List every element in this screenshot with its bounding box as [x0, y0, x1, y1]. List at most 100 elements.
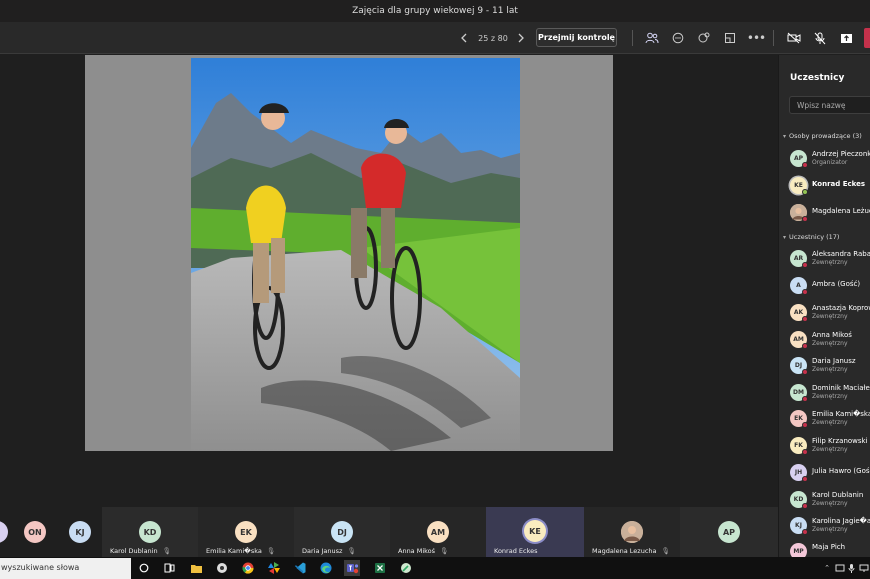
participants-button[interactable] [643, 22, 661, 54]
participant-role: Zewnętrzny [812, 259, 848, 266]
participant-role: Zewnętrzny [812, 313, 848, 320]
participant-row[interactable]: KE Konrad Eckes [790, 175, 870, 199]
tile-name: Daria Janusz 🎙 [302, 547, 356, 555]
avatar: ON [24, 521, 46, 543]
edge-button[interactable] [318, 560, 334, 576]
previous-slide-button[interactable] [456, 22, 472, 54]
participant-name: Julia Hawro (Gość) [812, 467, 870, 475]
camera-toggle-button[interactable] [785, 22, 803, 54]
participant-role: Zewnętrzny [812, 366, 848, 373]
participant-row[interactable]: MP Maja Pich [790, 541, 870, 557]
breakout-rooms-button[interactable] [721, 22, 739, 54]
participant-name: Anastazja Koprow [812, 304, 870, 312]
mic-off-icon: 🎙 [661, 547, 670, 555]
participant-row[interactable]: A Ambra (Gość) [790, 275, 870, 299]
participant-row[interactable]: Magdalena Leżuch [790, 202, 870, 226]
file-explorer-button[interactable] [188, 560, 204, 576]
chat-icon [672, 32, 684, 44]
avatar: KD [139, 521, 161, 543]
gallery-tile[interactable]: ON [8, 507, 58, 557]
status-dot [802, 216, 808, 222]
more-icon: ••• [746, 31, 766, 45]
vscode-button[interactable] [292, 560, 308, 576]
chevron-up-icon: ⌃ [824, 564, 830, 572]
next-slide-button[interactable] [513, 22, 529, 54]
wrench-icon [401, 563, 411, 573]
participant-row[interactable]: EK Emilia Kami�ska Zewnętrzny [790, 408, 870, 432]
chrome-button[interactable] [240, 560, 256, 576]
status-dot [802, 289, 808, 295]
participant-row[interactable]: AP Andrzej Pieczonka Organizator [790, 148, 870, 172]
excel-button[interactable] [372, 560, 388, 576]
app-button[interactable] [214, 560, 230, 576]
rooms-icon [725, 33, 735, 43]
reactions-button[interactable] [695, 22, 713, 54]
title-bar: Zajęcia dla grupy wiekowej 9 - 11 lat [0, 0, 870, 22]
tray-overflow-button[interactable]: ⌃ [822, 560, 832, 576]
app-button[interactable] [266, 560, 282, 576]
monitor-icon [835, 564, 845, 571]
microphone-tray-button[interactable] [846, 560, 856, 576]
cortana-button[interactable] [136, 560, 152, 576]
task-view-icon [164, 563, 174, 573]
participant-row[interactable]: KD Karol Dublanin Zewnętrzny [790, 489, 870, 513]
participant-row[interactable]: FK Filip Krzanowski Zewnętrzny [790, 435, 870, 459]
avatar: EK [235, 521, 257, 543]
folder-icon [190, 564, 202, 573]
attendees-section-header[interactable]: ▾ Uczestnicy (17) [783, 233, 839, 241]
cyclists-photo [191, 58, 520, 451]
more-actions-button[interactable]: ••• [746, 22, 766, 54]
app-button[interactable] [398, 560, 414, 576]
participant-name: Daria Janusz [812, 357, 856, 365]
participants-panel: Uczestnicy Wpisz nazwę ▾ Osoby prowadzące… [778, 55, 870, 557]
teams-window: Zajęcia dla grupy wiekowej 9 - 11 lat 25… [0, 0, 870, 579]
network-icon [859, 564, 869, 572]
participant-search-input[interactable]: Wpisz nazwę [789, 96, 870, 114]
chevron-left-icon [461, 33, 467, 43]
task-view-button[interactable] [161, 560, 177, 576]
status-dot [802, 449, 808, 455]
gallery-tile[interactable]: AP [680, 507, 778, 557]
presenters-section-header[interactable]: ▾ Osoby prowadzące (3) [783, 132, 862, 140]
participant-row[interactable]: AR Aleksandra Raba Zewnętrzny [790, 248, 870, 272]
participant-row[interactable]: JH Julia Hawro (Gość) [790, 462, 870, 486]
avatar: AP [718, 521, 740, 543]
participant-row[interactable]: AM Anna Mikoś Zewnętrzny [790, 329, 870, 353]
participant-row[interactable]: DJ Daria Janusz Zewnętrzny [790, 355, 870, 379]
microphone-toggle-button[interactable] [811, 22, 829, 54]
gallery-tile[interactable]: EK Emilia Kami�ska 🎙 [198, 507, 294, 557]
app-icon [217, 563, 227, 573]
network-button[interactable] [858, 560, 870, 576]
leave-button[interactable] [864, 28, 870, 48]
status-dot [802, 529, 808, 535]
status-dot [802, 343, 808, 349]
tray-app-button[interactable] [834, 560, 846, 576]
participant-row[interactable]: AK Anastazja Koprow Zewnętrzny [790, 302, 870, 326]
status-dot [802, 422, 808, 428]
gallery-tile[interactable]: DJ Daria Janusz 🎙 [294, 507, 390, 557]
gallery-tile[interactable]: KD Karol Dublanin 🎙 [102, 507, 198, 557]
gallery-tile[interactable] [0, 507, 8, 557]
participant-role: Organizator [812, 159, 848, 166]
gallery-tile[interactable]: AM Anna Mikoś 🎙 [390, 507, 486, 557]
mic-off-icon: 🎙 [440, 547, 449, 555]
mic-off-icon: 🎙 [162, 547, 171, 555]
share-content-button[interactable] [837, 22, 855, 54]
participant-role: Zewnętrzny [812, 393, 848, 400]
toolbar-divider [773, 30, 774, 46]
participant-row[interactable]: DM Dominik Maciałek Zewnętrzny [790, 382, 870, 406]
taskbar-search-input[interactable]: wyszukiwane słowa [0, 558, 131, 579]
chat-button[interactable] [669, 22, 687, 54]
gallery-tile[interactable]: Magdalena Lezucha 🎙 [584, 507, 680, 557]
gallery-tile[interactable]: KJ [58, 507, 102, 557]
teams-button[interactable] [344, 560, 360, 576]
shared-content-stage [0, 55, 778, 507]
participant-row[interactable]: KJ Karolina Jagie�a Zewnętrzny [790, 515, 870, 539]
participant-name: Maja Pich [812, 543, 846, 551]
participant-name: Dominik Maciałek [812, 384, 870, 392]
microphone-icon [848, 564, 854, 573]
toolbar-divider [632, 30, 633, 46]
participant-role: Zewnętrzny [812, 419, 848, 426]
take-control-button[interactable]: Przejmij kontrolę [536, 28, 617, 47]
gallery-tile-speaking[interactable]: KE Konrad Eckes [486, 507, 584, 557]
